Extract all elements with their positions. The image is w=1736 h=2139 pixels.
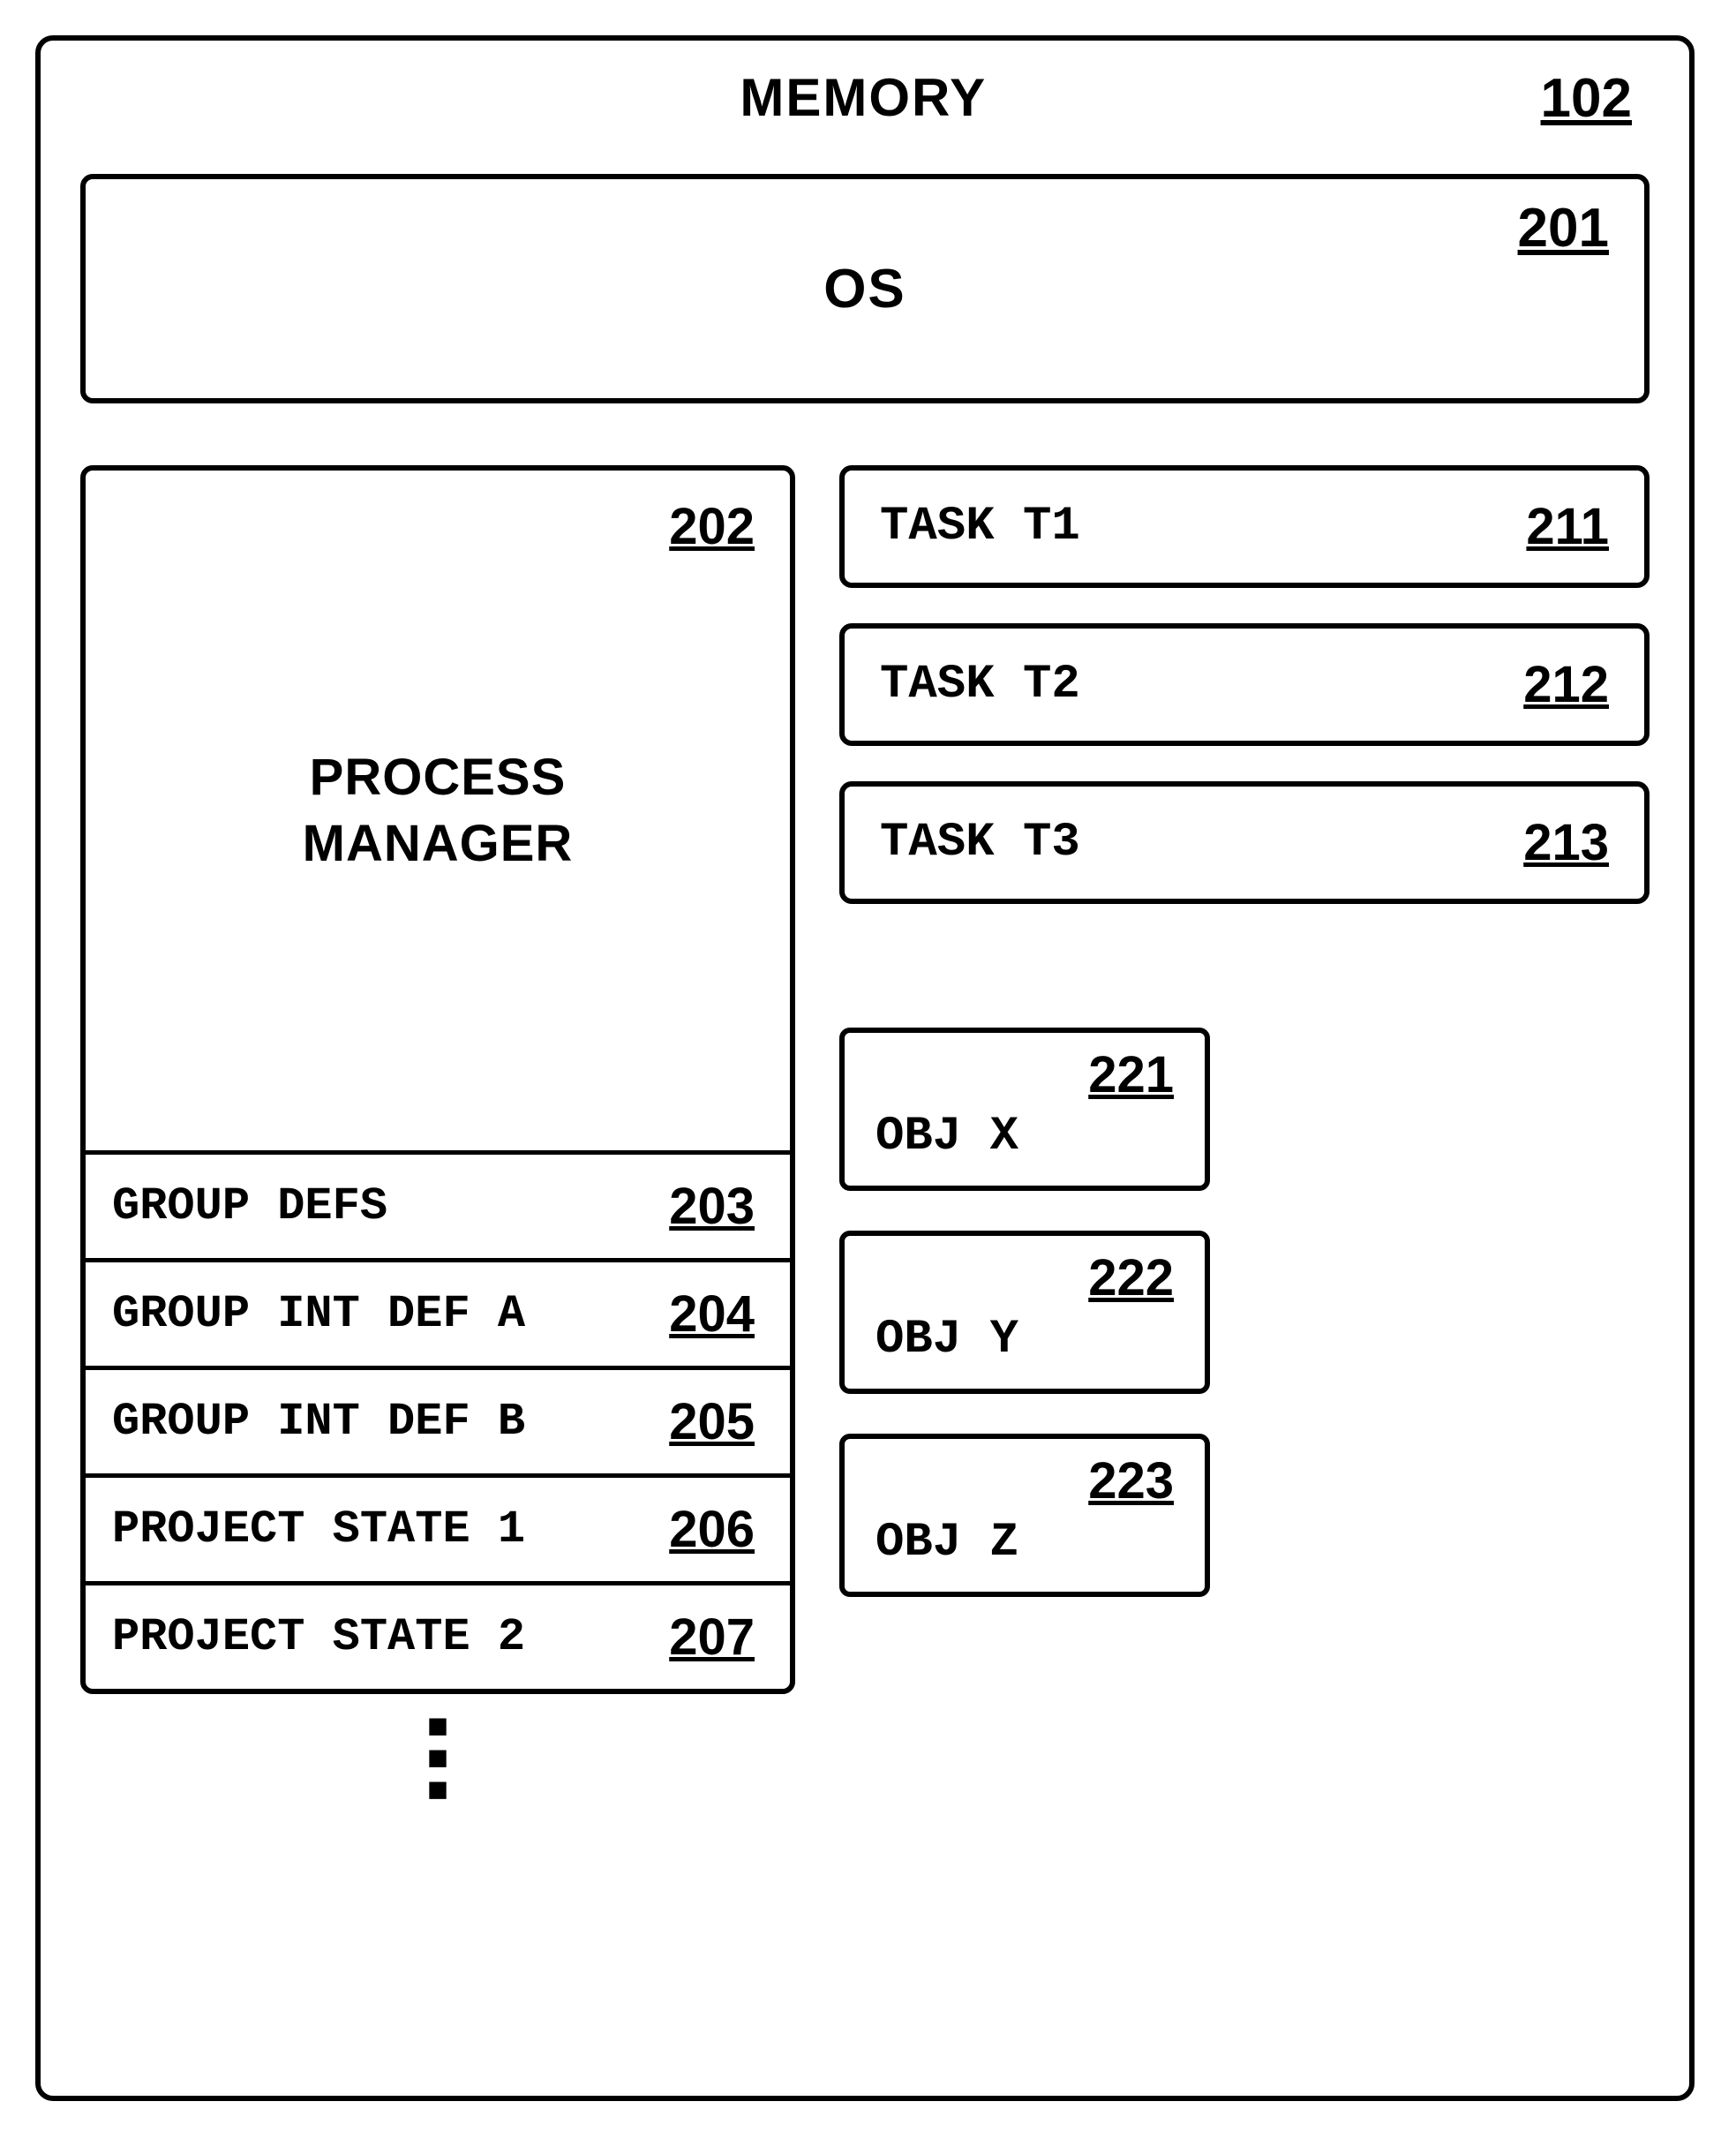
pm-row-label: GROUP DEFS — [112, 1180, 387, 1232]
task-box: TASK T3 213 — [839, 781, 1650, 904]
process-manager-ref: 202 — [669, 497, 755, 556]
pm-row-label: GROUP INT DEF B — [112, 1396, 525, 1448]
task-box: TASK T1 211 — [839, 465, 1650, 588]
obj-ref: 222 — [876, 1248, 1174, 1307]
pm-row: PROJECT STATE 1 206 — [86, 1473, 790, 1581]
pm-row-ref: 205 — [669, 1392, 755, 1451]
obj-label: OBJ Z — [876, 1516, 1174, 1570]
process-manager-box: 202 PROCESS MANAGER GROUP DEFS 203 GROUP… — [80, 465, 795, 1694]
process-manager-top: 202 PROCESS MANAGER — [86, 471, 790, 1150]
obj-ref: 221 — [876, 1045, 1174, 1104]
task-ref: 211 — [1526, 497, 1609, 556]
memory-title: MEMORY — [186, 67, 1541, 128]
obj-box: 222 OBJ Y — [839, 1231, 1210, 1394]
pm-row-ref: 207 — [669, 1608, 755, 1667]
memory-ref: 102 — [1541, 67, 1632, 130]
pm-label-line2: MANAGER — [303, 815, 574, 872]
task-label: TASK T1 — [880, 500, 1080, 554]
left-column: 202 PROCESS MANAGER GROUP DEFS 203 GROUP… — [80, 465, 795, 1805]
pm-row-ref: 206 — [669, 1500, 755, 1559]
memory-container: MEMORY 102 OS 201 202 PROCESS MANAGER GR… — [35, 35, 1695, 2101]
pm-label-line1: PROCESS — [310, 749, 567, 806]
obj-ref: 223 — [876, 1451, 1174, 1510]
pm-row-ref: 204 — [669, 1284, 755, 1344]
task-label: TASK T3 — [880, 816, 1080, 870]
task-label: TASK T2 — [880, 658, 1080, 712]
pm-row: PROJECT STATE 2 207 — [86, 1581, 790, 1689]
task-ref: 213 — [1523, 813, 1609, 872]
obj-box: 223 OBJ Z — [839, 1434, 1210, 1597]
pm-row: GROUP INT DEF B 205 — [86, 1366, 790, 1473]
pm-row: GROUP DEFS 203 — [86, 1150, 790, 1258]
pm-row: GROUP INT DEF A 204 — [86, 1258, 790, 1366]
ellipsis-icon: ■■■ — [80, 1710, 795, 1805]
pm-row-ref: 203 — [669, 1177, 755, 1236]
right-column: TASK T1 211 TASK T2 212 TASK T3 213 221 … — [839, 465, 1650, 1805]
os-label: OS — [823, 258, 906, 320]
obj-box: 221 OBJ X — [839, 1028, 1210, 1191]
obj-label: OBJ Y — [876, 1313, 1174, 1367]
pm-row-label: GROUP INT DEF A — [112, 1288, 525, 1340]
object-group: 221 OBJ X 222 OBJ Y 223 OBJ Z — [839, 1028, 1650, 1597]
pm-row-label: PROJECT STATE 1 — [112, 1503, 525, 1555]
task-ref: 212 — [1523, 655, 1609, 714]
memory-header: MEMORY 102 — [80, 67, 1650, 130]
process-manager-label: PROCESS MANAGER — [303, 744, 574, 877]
task-box: TASK T2 212 — [839, 623, 1650, 746]
os-box: OS 201 — [80, 174, 1650, 403]
os-ref: 201 — [1518, 197, 1609, 260]
columns: 202 PROCESS MANAGER GROUP DEFS 203 GROUP… — [80, 465, 1650, 1805]
obj-label: OBJ X — [876, 1110, 1174, 1164]
pm-row-label: PROJECT STATE 2 — [112, 1611, 525, 1663]
